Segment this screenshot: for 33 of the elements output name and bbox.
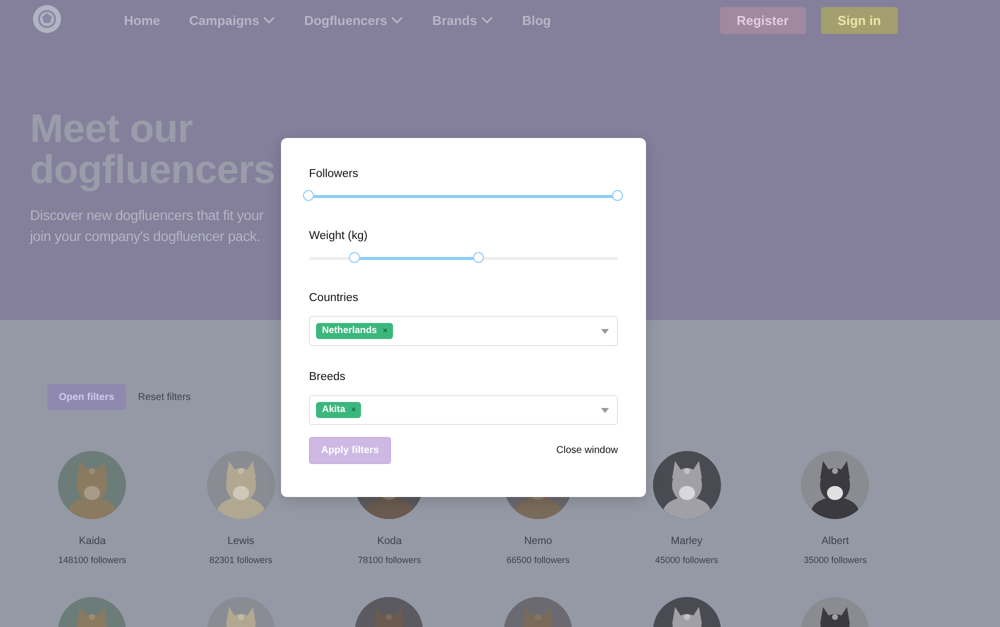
tag-label: Akita <box>322 404 346 415</box>
register-button[interactable]: Register <box>720 6 806 34</box>
filter-label: Followers <box>309 168 360 180</box>
follower-count: 66500 followers <box>506 555 570 565</box>
nav-link[interactable]: Campaigns <box>189 12 276 28</box>
remove-tag-button[interactable]: × <box>351 405 356 414</box>
nav-link[interactable]: Dogfluencers <box>304 12 404 28</box>
multi-select-field[interactable]: Akita × <box>309 395 618 425</box>
dog-name[interactable]: Lewis <box>227 535 254 547</box>
tag-label: Netherlands <box>322 325 377 336</box>
close-window-link[interactable]: Close window <box>556 445 618 456</box>
filter-label: Breeds <box>309 371 346 383</box>
dog-name[interactable]: Marley <box>670 535 702 547</box>
dog-name[interactable]: Koda <box>377 535 402 547</box>
dog-name[interactable]: Kaida <box>78 535 106 547</box>
multi-select-field[interactable]: Netherlands × <box>309 316 618 346</box>
dog-name[interactable]: Nemo <box>524 535 552 547</box>
open-filters-button[interactable]: Open filters <box>47 384 126 410</box>
filter-label: Countries <box>309 292 360 304</box>
sign-in-button[interactable]: Sign in <box>820 6 898 34</box>
dog-name[interactable]: Albert <box>822 535 849 547</box>
nav-link[interactable]: Home <box>124 12 160 28</box>
reset-filters-link[interactable]: Reset filters <box>138 392 191 402</box>
follower-count: 148100 followers <box>58 555 126 565</box>
follower-count: 78100 followers <box>358 555 421 565</box>
follower-count: 35000 followers <box>804 555 867 565</box>
remove-tag-button[interactable]: × <box>382 326 388 335</box>
follower-count: 82301 followers <box>209 555 272 565</box>
follower-count: 45000 followers <box>655 555 718 565</box>
filter-label: Weight (kg) <box>309 230 369 242</box>
apply-filters-button[interactable]: Apply filters <box>309 437 391 464</box>
nav-link[interactable]: Blog <box>522 12 551 28</box>
nav-link[interactable]: Brands <box>432 12 494 28</box>
